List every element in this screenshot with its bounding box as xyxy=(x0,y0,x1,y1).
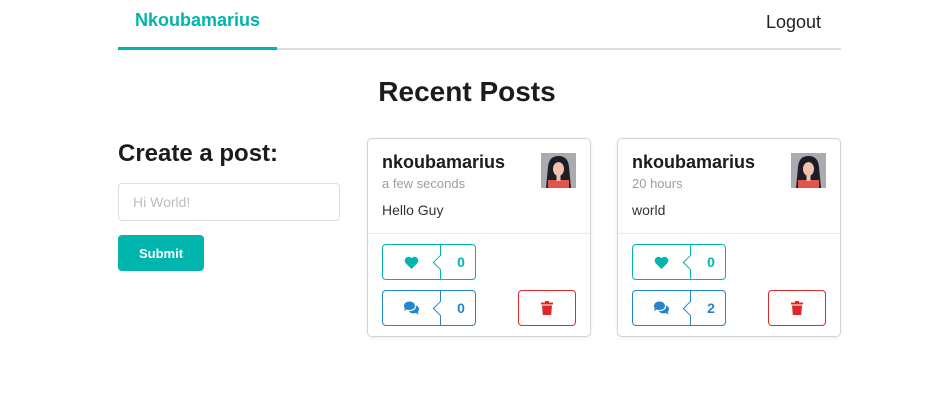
comments-icon xyxy=(404,301,419,315)
post-card[interactable]: nkoubamarius 20 hours world 0 2 xyxy=(617,138,841,337)
post-author: nkoubamarius xyxy=(632,152,756,172)
logout-link[interactable]: Logout xyxy=(766,0,821,50)
page-title: Recent Posts xyxy=(378,76,556,107)
post-body: Hello Guy xyxy=(382,202,444,218)
delete-button[interactable] xyxy=(518,290,576,326)
comment-action[interactable] xyxy=(383,291,441,325)
heart-icon xyxy=(404,256,419,269)
post-card[interactable]: nkoubamarius a few seconds Hello Guy 0 0 xyxy=(367,138,591,337)
post-time[interactable]: 20 hours xyxy=(632,176,683,191)
post-body-input[interactable] xyxy=(118,183,340,221)
comment-button[interactable]: 2 xyxy=(632,290,726,326)
comment-button[interactable]: 0 xyxy=(382,290,476,326)
comments-icon xyxy=(654,301,669,315)
like-action[interactable] xyxy=(383,245,441,279)
like-action[interactable] xyxy=(633,245,691,279)
post-author: nkoubamarius xyxy=(382,152,506,172)
trash-icon xyxy=(791,301,803,315)
post-content: nkoubamarius 20 hours world xyxy=(618,139,840,234)
trash-icon xyxy=(541,301,553,315)
avatar xyxy=(541,153,576,188)
like-button[interactable]: 0 xyxy=(382,244,476,280)
avatar xyxy=(791,153,826,188)
top-menu: Nkoubamarius Logout xyxy=(118,0,841,50)
heart-icon xyxy=(654,256,669,269)
post-body: world xyxy=(632,202,666,218)
submit-button[interactable]: Submit xyxy=(118,235,204,271)
like-button[interactable]: 0 xyxy=(632,244,726,280)
post-time[interactable]: a few seconds xyxy=(382,176,465,191)
delete-button[interactable] xyxy=(768,290,826,326)
create-post-title: Create a post: xyxy=(118,140,279,167)
comment-action[interactable] xyxy=(633,291,691,325)
brand-link[interactable]: Nkoubamarius xyxy=(118,0,277,50)
post-content: nkoubamarius a few seconds Hello Guy xyxy=(368,139,590,234)
